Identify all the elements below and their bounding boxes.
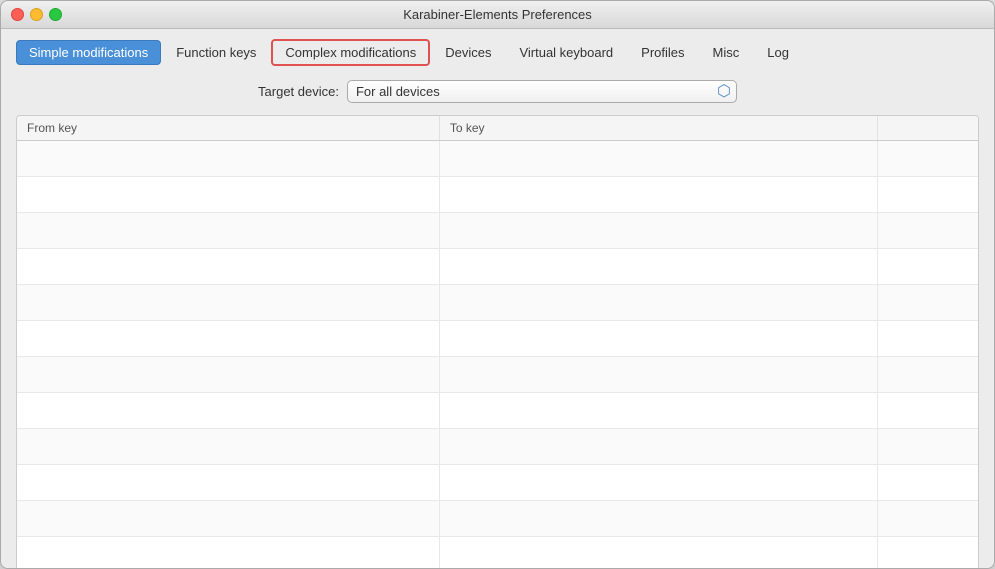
cell-action — [878, 357, 978, 392]
table-row — [17, 465, 978, 501]
minimize-button[interactable] — [30, 8, 43, 21]
cell-from — [17, 213, 440, 248]
cell-action — [878, 321, 978, 356]
modifications-table: From key To key — [16, 115, 979, 569]
tab-bar: Simple modifications Function keys Compl… — [16, 39, 979, 66]
cell-action — [878, 429, 978, 464]
target-device-label: Target device: — [258, 84, 339, 99]
title-bar: Karabiner-Elements Preferences — [1, 1, 994, 29]
cell-to — [440, 537, 878, 569]
close-button[interactable] — [11, 8, 24, 21]
column-to-key: To key — [440, 116, 878, 140]
cell-to — [440, 465, 878, 500]
cell-action — [878, 249, 978, 284]
table-row — [17, 213, 978, 249]
cell-from — [17, 357, 440, 392]
cell-action — [878, 501, 978, 536]
cell-action — [878, 285, 978, 320]
tab-profiles[interactable]: Profiles — [628, 40, 697, 65]
window-title: Karabiner-Elements Preferences — [403, 7, 592, 22]
cell-from — [17, 465, 440, 500]
cell-from — [17, 501, 440, 536]
window-controls — [11, 8, 62, 21]
tab-log[interactable]: Log — [754, 40, 802, 65]
cell-action — [878, 213, 978, 248]
cell-to — [440, 393, 878, 428]
content-area: Simple modifications Function keys Compl… — [1, 29, 994, 569]
cell-to — [440, 501, 878, 536]
cell-from — [17, 141, 440, 176]
cell-action — [878, 393, 978, 428]
table-row — [17, 537, 978, 569]
cell-to — [440, 141, 878, 176]
tab-complex-modifications[interactable]: Complex modifications — [271, 39, 430, 66]
tab-virtual-keyboard[interactable]: Virtual keyboard — [506, 40, 626, 65]
cell-from — [17, 177, 440, 212]
cell-to — [440, 429, 878, 464]
cell-action — [878, 537, 978, 569]
table-row — [17, 321, 978, 357]
tab-function-keys[interactable]: Function keys — [163, 40, 269, 65]
cell-action — [878, 177, 978, 212]
table-row — [17, 357, 978, 393]
table-row — [17, 285, 978, 321]
table-rows — [17, 141, 978, 569]
tab-simple-modifications[interactable]: Simple modifications — [16, 40, 161, 65]
cell-to — [440, 213, 878, 248]
table-row — [17, 177, 978, 213]
cell-to — [440, 357, 878, 392]
column-action — [878, 116, 978, 140]
cell-to — [440, 249, 878, 284]
device-select[interactable]: For all devices Built-in Keyboard Extern… — [347, 80, 737, 103]
cell-from — [17, 429, 440, 464]
tab-misc[interactable]: Misc — [700, 40, 753, 65]
cell-action — [878, 465, 978, 500]
main-window: Karabiner-Elements Preferences Simple mo… — [0, 0, 995, 569]
table-row — [17, 249, 978, 285]
column-from-key: From key — [17, 116, 440, 140]
tab-devices[interactable]: Devices — [432, 40, 504, 65]
cell-to — [440, 321, 878, 356]
cell-from — [17, 537, 440, 569]
cell-to — [440, 177, 878, 212]
cell-from — [17, 393, 440, 428]
device-select-wrapper: For all devices Built-in Keyboard Extern… — [347, 80, 737, 103]
cell-from — [17, 321, 440, 356]
cell-action — [878, 141, 978, 176]
target-device-row: Target device: For all devices Built-in … — [16, 80, 979, 103]
cell-from — [17, 249, 440, 284]
table-header: From key To key — [17, 116, 978, 141]
cell-to — [440, 285, 878, 320]
table-row — [17, 429, 978, 465]
table-row — [17, 501, 978, 537]
cell-from — [17, 285, 440, 320]
maximize-button[interactable] — [49, 8, 62, 21]
table-row — [17, 141, 978, 177]
table-row — [17, 393, 978, 429]
